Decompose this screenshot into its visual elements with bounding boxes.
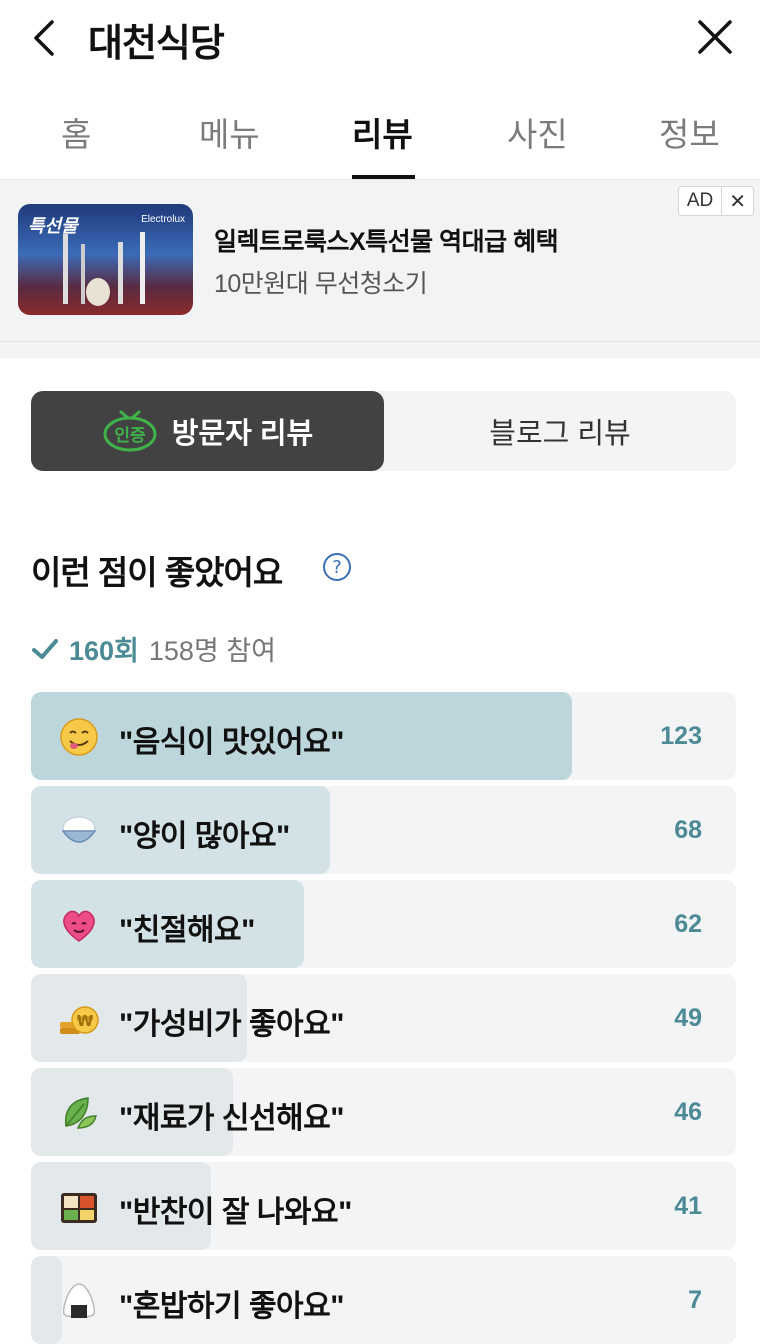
ad-subline[interactable]: 10만원대 무선청소기 (214, 264, 428, 300)
keyword-count: 7 (688, 1286, 702, 1314)
total-count: 160회 (69, 636, 139, 666)
leaf-icon (64, 1097, 97, 1129)
visitor-review-button[interactable]: 인증 방문자 리뷰 (31, 391, 384, 471)
keyword-count: 123 (660, 722, 702, 750)
check-icon (32, 638, 58, 659)
ad-headline[interactable]: 일렉트로룩스X특선물 역대급 혜택 (214, 222, 559, 258)
certified-badge-text: 인증 (114, 426, 146, 446)
review-type-toggle: 인증 방문자 리뷰 블로그 리뷰 (31, 391, 736, 471)
keyword-count: 46 (674, 1098, 702, 1126)
tab-bar: 홈 메뉴 리뷰 사진 정보 (0, 86, 760, 180)
keyword-label: "가성비가 좋아요" (119, 1008, 344, 1041)
keyword-label: "친절해요" (119, 914, 255, 947)
keyword-label: "재료가 신선해요" (119, 1102, 344, 1135)
page-title: 대천식당 (88, 23, 225, 65)
tab-photo[interactable]: 사진 (507, 108, 568, 156)
close-icon[interactable] (692, 14, 738, 60)
keyword-label: "양이 많아요" (119, 820, 290, 853)
yum-face-icon (60, 718, 98, 756)
ad-close-icon[interactable]: ✕ (722, 187, 753, 215)
bento-icon (61, 1193, 97, 1223)
keyword-bar[interactable]: ₩ "가성비가 좋아요" 49 (31, 974, 736, 1062)
stats-line: 160회 158명 참여 (31, 629, 276, 668)
blog-review-button[interactable]: 블로그 리뷰 (384, 391, 736, 471)
participant-count: 158명 참여 (148, 636, 276, 666)
blog-review-label: 블로그 리뷰 (489, 418, 631, 450)
ad-badge: AD ✕ (677, 186, 754, 216)
keyword-bar[interactable]: "음식이 맛있어요" 123 (31, 692, 736, 780)
ad-banner[interactable]: 특선물 Electrolux 일렉트로룩스X특선물 역대급 혜택 10만원대 무… (0, 180, 760, 342)
tab-home[interactable]: 홈 (61, 108, 91, 156)
tab-menu[interactable]: 메뉴 (199, 108, 260, 156)
certified-badge-icon: 인증 (103, 410, 157, 452)
header: 대천식당 (0, 0, 760, 80)
vacuum-illustration-icon (63, 232, 145, 306)
keyword-label: "혼밥하기 좋아요" (119, 1290, 344, 1323)
svg-text:₩: ₩ (77, 1012, 94, 1030)
active-tab-indicator (352, 175, 415, 179)
rice-bowl-icon (61, 816, 97, 843)
keyword-count: 62 (674, 910, 702, 938)
help-icon[interactable]: ? (322, 552, 352, 582)
keyword-bar[interactable]: "친절해요" 62 (31, 880, 736, 968)
coin-icon: ₩ (60, 1006, 99, 1034)
back-icon[interactable] (26, 16, 66, 60)
keyword-count: 68 (674, 816, 702, 844)
rice-ball-icon (62, 1283, 96, 1318)
tab-info[interactable]: 정보 (659, 108, 720, 156)
keyword-label: "반찬이 잘 나와요" (119, 1196, 352, 1229)
keyword-bar[interactable]: "혼밥하기 좋아요" 7 (31, 1256, 736, 1344)
ad-label: AD (679, 187, 723, 215)
section-divider (0, 342, 760, 358)
keyword-bar[interactable]: "재료가 신선해요" 46 (31, 1068, 736, 1156)
heart-face-icon (63, 910, 95, 942)
svg-text:?: ? (332, 557, 342, 578)
keyword-count: 41 (674, 1192, 702, 1220)
keyword-bar[interactable]: "반찬이 잘 나와요" 41 (31, 1162, 736, 1250)
section-heading: 이런 점이 좋았어요 (31, 554, 283, 591)
ad-thumbnail[interactable]: 특선물 Electrolux (18, 204, 193, 315)
keyword-count: 49 (674, 1004, 702, 1032)
visitor-review-label: 방문자 리뷰 (171, 418, 314, 450)
tab-review[interactable]: 리뷰 (352, 108, 413, 156)
keyword-bar[interactable]: "양이 많아요" 68 (31, 786, 736, 874)
keyword-label: "음식이 맛있어요" (119, 726, 344, 759)
